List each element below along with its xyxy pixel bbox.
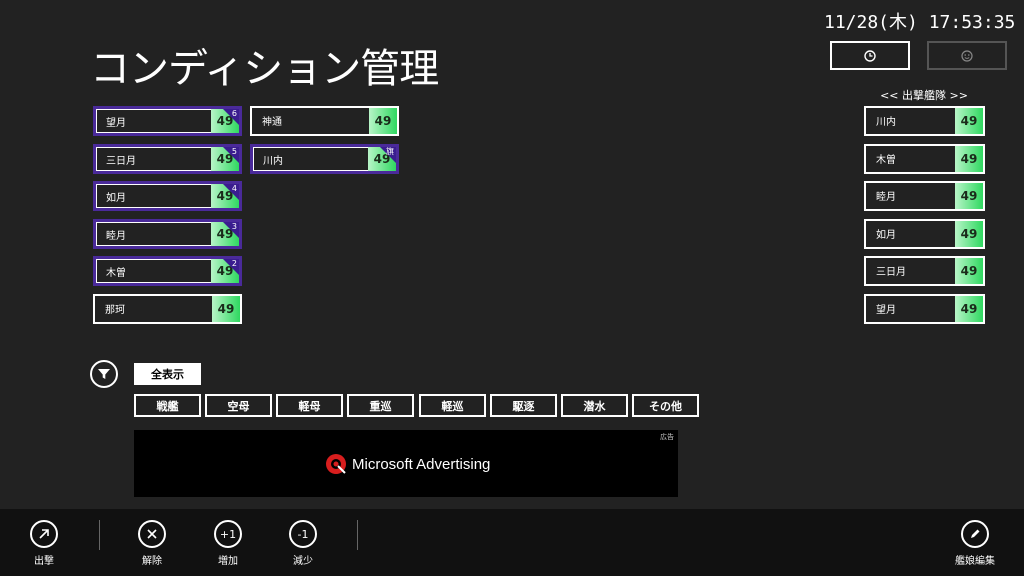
face-icon — [961, 49, 973, 62]
show-all-button[interactable]: 全表示 — [134, 363, 201, 385]
fleet-order-badge: 6 — [231, 109, 237, 118]
fleet-ship-card[interactable]: 川内 49 — [864, 106, 985, 136]
filter-submarine[interactable]: 潜水 — [561, 394, 628, 417]
sortie-label: 出撃 — [34, 556, 54, 567]
ship-name: 望月 — [106, 118, 126, 129]
fleet-order-badge: 4 — [231, 184, 237, 193]
ship-card[interactable]: 木曽 49 2 — [93, 256, 242, 286]
filter-other[interactable]: その他 — [632, 394, 699, 417]
filter-button[interactable] — [90, 360, 118, 388]
release-button[interactable]: 解除 — [122, 520, 182, 567]
face-button[interactable] — [927, 41, 1007, 70]
ship-name: 望月 — [876, 305, 896, 316]
plus-one-icon: +1 — [214, 520, 242, 548]
ship-name: 那珂 — [105, 305, 125, 316]
edit-ship-label: 艦娘編集 — [955, 556, 995, 567]
condition-value: 49 — [955, 146, 983, 172]
ship-card[interactable]: 三日月 49 5 — [93, 144, 242, 174]
ship-name: 川内 — [263, 156, 283, 167]
sortie-button[interactable]: 出撃 — [14, 520, 74, 567]
ship-name: 神通 — [262, 117, 282, 128]
flagship-badge: 旗 — [386, 147, 394, 156]
ship-name: 川内 — [876, 117, 896, 128]
clock-icon — [864, 49, 876, 62]
ad-logo: Microsoft Advertising — [324, 452, 490, 476]
minus-one-icon: -1 — [289, 520, 317, 548]
pencil-icon — [961, 520, 989, 548]
condition-value: 49 — [955, 258, 983, 284]
increase-label: 増加 — [218, 556, 238, 567]
filter-battleship[interactable]: 戦艦 — [134, 394, 201, 417]
ship-card[interactable]: 那珂 49 — [93, 294, 242, 324]
decrease-label: 減少 — [293, 556, 313, 567]
close-icon — [138, 520, 166, 548]
microsoft-advertising-icon — [326, 454, 346, 474]
release-label: 解除 — [142, 556, 162, 567]
page-title: コンディション管理 — [90, 46, 439, 92]
ship-name: 木曽 — [106, 268, 126, 279]
condition-value: 49 — [955, 296, 983, 322]
ship-name: 如月 — [876, 230, 896, 241]
filter-carrier[interactable]: 空母 — [205, 394, 272, 417]
ship-name: 三日月 — [876, 267, 906, 278]
condition-value: 49 — [212, 296, 240, 322]
fleet-order-badge: 2 — [231, 259, 237, 268]
filter-icon — [98, 369, 110, 379]
fleet-ship-card[interactable]: 睦月 49 — [864, 181, 985, 211]
condition-value: 49 — [369, 108, 397, 134]
increase-button[interactable]: +1 増加 — [198, 520, 258, 567]
app-bar-separator — [357, 520, 358, 550]
filter-destroyer[interactable]: 駆逐 — [490, 394, 557, 417]
ad-banner[interactable]: 広告 Microsoft Advertising — [134, 430, 678, 497]
condition-value: 49 — [955, 108, 983, 134]
filter-heavy-cruiser[interactable]: 重巡 — [347, 394, 414, 417]
fleet-ship-card[interactable]: 木曽 49 — [864, 144, 985, 174]
ship-card[interactable]: 川内 49 旗 — [250, 144, 399, 174]
ad-label: 広告 — [660, 433, 674, 441]
ship-name: 睦月 — [106, 231, 126, 242]
clock-display: 11/28(木) 17:53:35 — [824, 12, 1016, 33]
arrow-up-right-icon — [30, 520, 58, 548]
condition-value: 49 — [955, 221, 983, 247]
decrease-button[interactable]: -1 減少 — [273, 520, 333, 567]
ship-name: 睦月 — [876, 192, 896, 203]
ship-card[interactable]: 神通 49 — [250, 106, 399, 136]
ship-name: 木曽 — [876, 155, 896, 166]
ship-card[interactable]: 望月 49 6 — [93, 106, 242, 136]
fleet-ship-card[interactable]: 三日月 49 — [864, 256, 985, 286]
ship-name: 三日月 — [106, 156, 136, 167]
edit-ship-button[interactable]: 艦娘編集 — [945, 520, 1005, 567]
fleet-header: << 出撃艦隊 >> — [880, 89, 968, 102]
fleet-order-badge: 3 — [231, 222, 237, 231]
ship-name: 如月 — [106, 193, 126, 204]
filter-light-carrier[interactable]: 軽母 — [276, 394, 343, 417]
fleet-ship-card[interactable]: 望月 49 — [864, 294, 985, 324]
fleet-order-badge: 5 — [231, 147, 237, 156]
ship-card[interactable]: 睦月 49 3 — [93, 219, 242, 249]
app-bar-separator — [99, 520, 100, 550]
filter-light-cruiser[interactable]: 軽巡 — [419, 394, 486, 417]
condition-value: 49 — [955, 183, 983, 209]
fleet-ship-card[interactable]: 如月 49 — [864, 219, 985, 249]
clock-button[interactable] — [830, 41, 910, 70]
ship-card[interactable]: 如月 49 4 — [93, 181, 242, 211]
ad-text: Microsoft Advertising — [352, 455, 491, 473]
